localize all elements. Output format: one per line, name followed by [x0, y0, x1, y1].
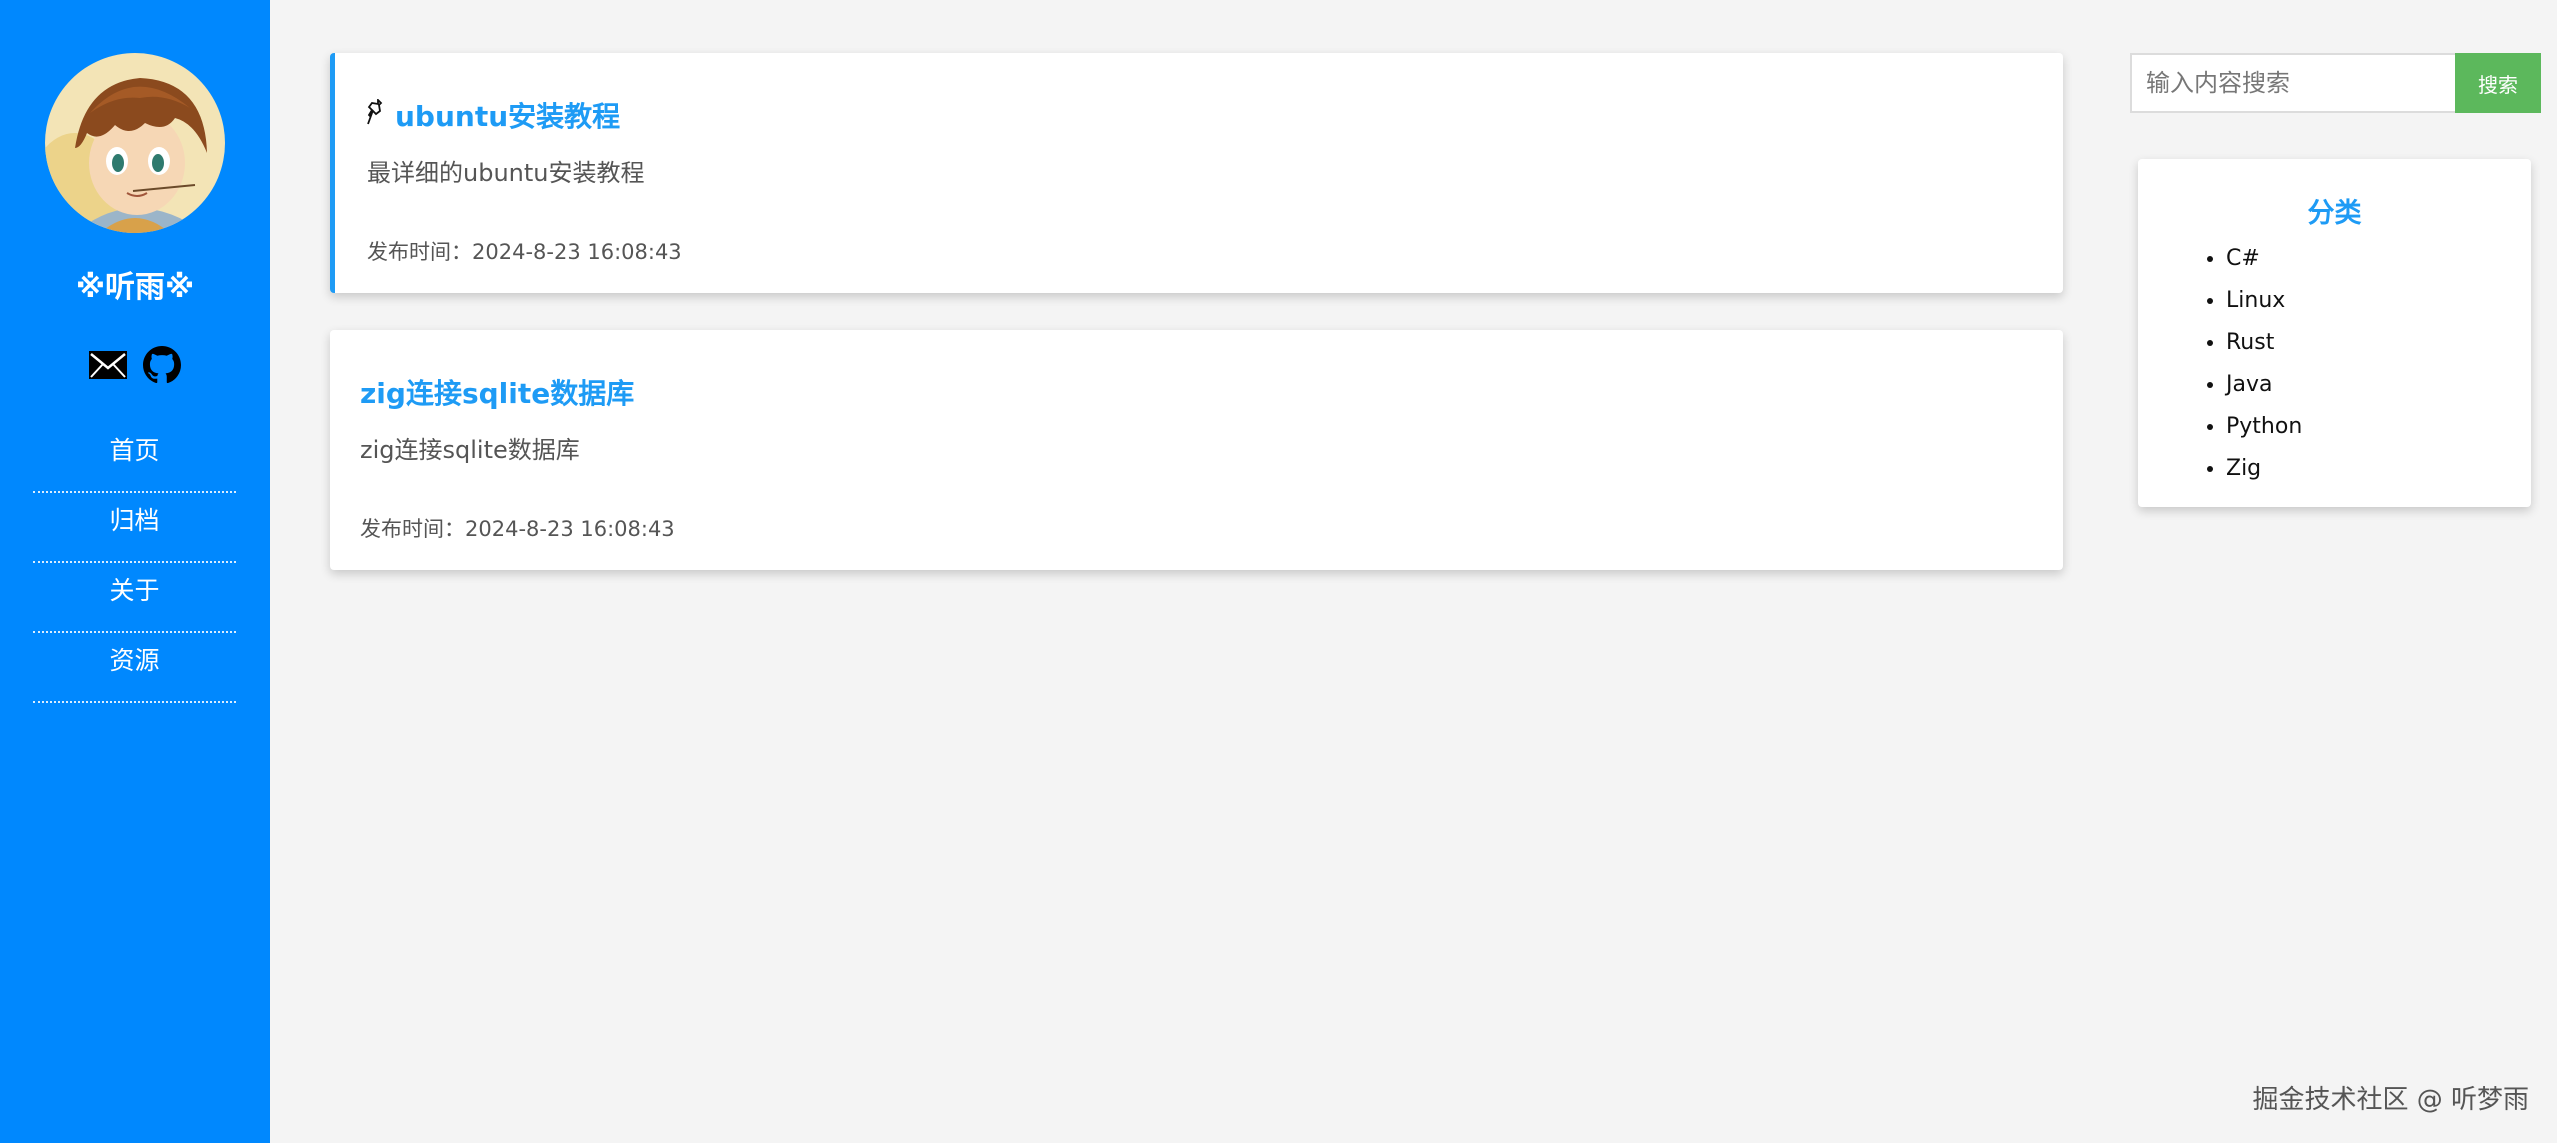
post-description: zig连接sqlite数据库 [360, 436, 580, 464]
mail-icon[interactable] [88, 345, 128, 385]
post-description: 最详细的ubuntu安装教程 [367, 159, 645, 187]
post-card[interactable]: zig连接sqlite数据库 zig连接sqlite数据库 发布时间：2024-… [330, 330, 2063, 570]
post-title[interactable]: ubuntu安装教程 [395, 95, 620, 135]
social-links [0, 345, 270, 385]
watermark: 掘金技术社区 @ 听梦雨 [2252, 1085, 2529, 1115]
sidebar-nav: 首页 归档 关于 资源 [33, 425, 236, 703]
category-list: C# Linux Rust Java Python Zig [2188, 238, 2302, 490]
site-name: ※听雨※ [75, 270, 195, 305]
post-title[interactable]: zig连接sqlite数据库 [360, 372, 634, 412]
post-title-row[interactable]: ubuntu安装教程 [367, 95, 620, 135]
sidebar: ※听雨※ 首页 归档 关于 资源 [0, 0, 270, 1143]
search-input[interactable] [2130, 53, 2455, 113]
post-title-row[interactable]: zig连接sqlite数据库 [360, 372, 634, 412]
category-item[interactable]: Python [2226, 406, 2302, 448]
category-item[interactable]: Linux [2226, 280, 2302, 322]
nav-item-home[interactable]: 首页 [33, 425, 236, 493]
search-button[interactable]: 搜索 [2455, 53, 2541, 113]
nav-item-about[interactable]: 关于 [33, 565, 236, 633]
post-card[interactable]: ubuntu安装教程 最详细的ubuntu安装教程 发布时间：2024-8-23… [330, 53, 2063, 293]
nav-item-resources[interactable]: 资源 [33, 635, 236, 703]
github-icon[interactable] [142, 345, 182, 385]
category-item[interactable]: Rust [2226, 322, 2302, 364]
pin-icon [367, 97, 385, 131]
category-item[interactable]: Java [2226, 364, 2302, 406]
post-date: 发布时间：2024-8-23 16:08:43 [360, 517, 675, 541]
category-panel: 分类 C# Linux Rust Java Python Zig [2138, 159, 2531, 507]
category-item[interactable]: Zig [2226, 448, 2302, 490]
avatar-image [45, 53, 225, 233]
avatar[interactable] [45, 53, 225, 233]
category-item[interactable]: C# [2226, 238, 2302, 280]
post-date: 发布时间：2024-8-23 16:08:43 [367, 240, 682, 264]
search-bar: 搜索 [2130, 53, 2541, 113]
category-title: 分类 [2307, 198, 2362, 229]
nav-item-archive[interactable]: 归档 [33, 495, 236, 563]
